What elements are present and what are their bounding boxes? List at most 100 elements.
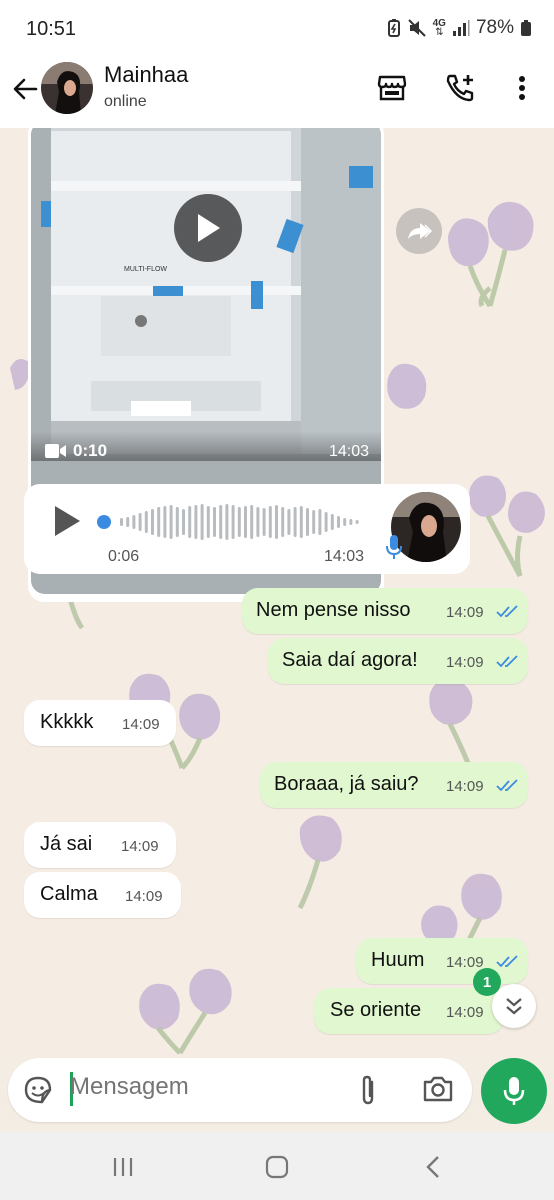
voice-waveform[interactable] <box>96 502 366 542</box>
voice-duration: 0:06 <box>108 548 140 565</box>
waveform-bar <box>175 507 179 537</box>
voice-timestamp: 14:03 <box>324 548 365 565</box>
waveform-bar <box>219 505 223 539</box>
outgoing-message[interactable]: Nem pense nisso 14:09 <box>242 588 528 634</box>
waveform-bar <box>237 507 241 537</box>
play-icon <box>198 214 220 242</box>
scroll-to-bottom-button[interactable] <box>492 984 536 1028</box>
play-icon <box>55 506 80 536</box>
home-button[interactable] <box>257 1150 297 1184</box>
signal-icon <box>452 20 470 36</box>
voice-mic-indicator <box>386 534 402 565</box>
waveform-bar <box>268 506 272 538</box>
data-arrows-icon: ⇅ <box>435 27 444 38</box>
read-receipt-icon <box>496 955 518 968</box>
back-button[interactable] <box>8 72 42 106</box>
video-camera-icon <box>45 444 66 458</box>
message-text: Saia daí agora! <box>282 649 418 671</box>
waveform-bar <box>275 505 278 539</box>
waveform-bar <box>225 504 229 540</box>
contact-avatar[interactable] <box>41 62 93 114</box>
message-text: Boraaa, já saiu? <box>274 773 419 795</box>
mic-icon <box>503 1077 525 1105</box>
waveform-bar <box>194 505 198 539</box>
message-text: Kkkkk <box>40 711 94 733</box>
outgoing-message[interactable]: Huum 14:09 <box>356 938 528 984</box>
waveform-bar <box>138 513 142 531</box>
waveform-bar <box>355 520 359 524</box>
waveform-bar <box>144 511 148 533</box>
incoming-message[interactable]: Kkkkk 14:09 <box>24 700 176 746</box>
waveform-bar <box>244 506 247 538</box>
camera-button[interactable] <box>422 1074 454 1109</box>
status-time: 10:51 <box>26 18 77 40</box>
waveform-bar <box>213 507 216 537</box>
message-text: Se oriente <box>330 999 422 1021</box>
video-play-button[interactable] <box>174 194 242 262</box>
waveform-bar <box>126 517 130 527</box>
add-call-button[interactable] <box>442 70 478 106</box>
waveform-bar <box>256 507 260 537</box>
status-bar: 10:51 4G ⇅ 78% <box>0 0 554 56</box>
message-time: 14:09 <box>122 716 160 733</box>
waveform-bar <box>206 506 210 538</box>
video-duration: 0:10 <box>73 441 108 460</box>
forward-button[interactable] <box>396 208 442 254</box>
waveform-bar <box>200 504 204 540</box>
add-call-icon <box>446 74 474 102</box>
waveform-progress-dot[interactable] <box>97 515 111 529</box>
message-time: 14:09 <box>446 604 484 621</box>
battery-icon <box>521 20 531 36</box>
attach-icon <box>362 1075 374 1105</box>
waveform-bar <box>262 508 266 536</box>
double-chevron-down-icon <box>506 998 522 1015</box>
read-receipt-icon <box>496 605 518 618</box>
waveform-bar <box>293 507 297 537</box>
fridge-label: MULTI-FLOW <box>124 266 167 273</box>
incoming-message[interactable]: Calma 14:09 <box>24 872 181 918</box>
battery-saver-icon <box>387 19 400 37</box>
outgoing-message[interactable]: Boraaa, já saiu? 14:09 <box>260 762 528 808</box>
waveform-bar <box>163 506 167 538</box>
nav-back-icon <box>426 1156 439 1178</box>
read-receipt-icon <box>496 779 518 792</box>
voice-message[interactable]: 0:06 14:03 <box>24 484 470 574</box>
contact-name[interactable]: Mainhaa <box>104 62 188 88</box>
waveform-bar <box>132 515 136 529</box>
forward-icon <box>408 223 432 239</box>
waveform-bar <box>312 510 316 534</box>
incoming-message[interactable]: Já sai 14:09 <box>24 822 176 868</box>
read-receipt-icon <box>496 655 518 668</box>
home-icon <box>265 1155 289 1179</box>
message-time: 14:09 <box>121 838 159 855</box>
message-input[interactable] <box>70 1073 340 1101</box>
waveform-bar <box>231 505 235 539</box>
voice-play-button[interactable] <box>52 504 82 543</box>
nav-back-button[interactable] <box>413 1150 453 1184</box>
waveform-bar <box>287 509 291 535</box>
chat-area[interactable]: MULTI-FLOW 0:10 14:03 0:06 14:03 Nem pen… <box>0 128 554 1058</box>
outgoing-message[interactable]: Saia daí agora! 14:09 <box>268 638 528 684</box>
attach-button[interactable] <box>358 1074 378 1111</box>
message-text: Já sai <box>40 833 93 855</box>
waveform-bar <box>337 516 340 528</box>
message-time: 14:09 <box>446 954 484 971</box>
outgoing-message[interactable]: Se oriente 14:09 <box>314 988 518 1034</box>
message-text: Calma <box>40 883 98 905</box>
voice-record-button[interactable] <box>481 1058 547 1124</box>
waveform-bar <box>349 519 353 525</box>
network-indicator: 4G ⇅ <box>433 19 446 38</box>
message-time: 14:09 <box>446 654 484 671</box>
mute-icon <box>407 19 426 37</box>
waveform-bar <box>330 514 334 530</box>
contact-status: online <box>104 93 147 110</box>
shop-button[interactable] <box>374 70 410 106</box>
waveform-bar <box>151 509 154 535</box>
waveform-bar <box>299 506 303 538</box>
waveform-bar <box>306 508 309 536</box>
message-text: Huum <box>371 949 425 971</box>
more-options-button[interactable] <box>504 70 540 106</box>
recents-button[interactable] <box>103 1150 143 1184</box>
sticker-button[interactable] <box>22 1074 54 1111</box>
recents-icon <box>113 1158 133 1176</box>
